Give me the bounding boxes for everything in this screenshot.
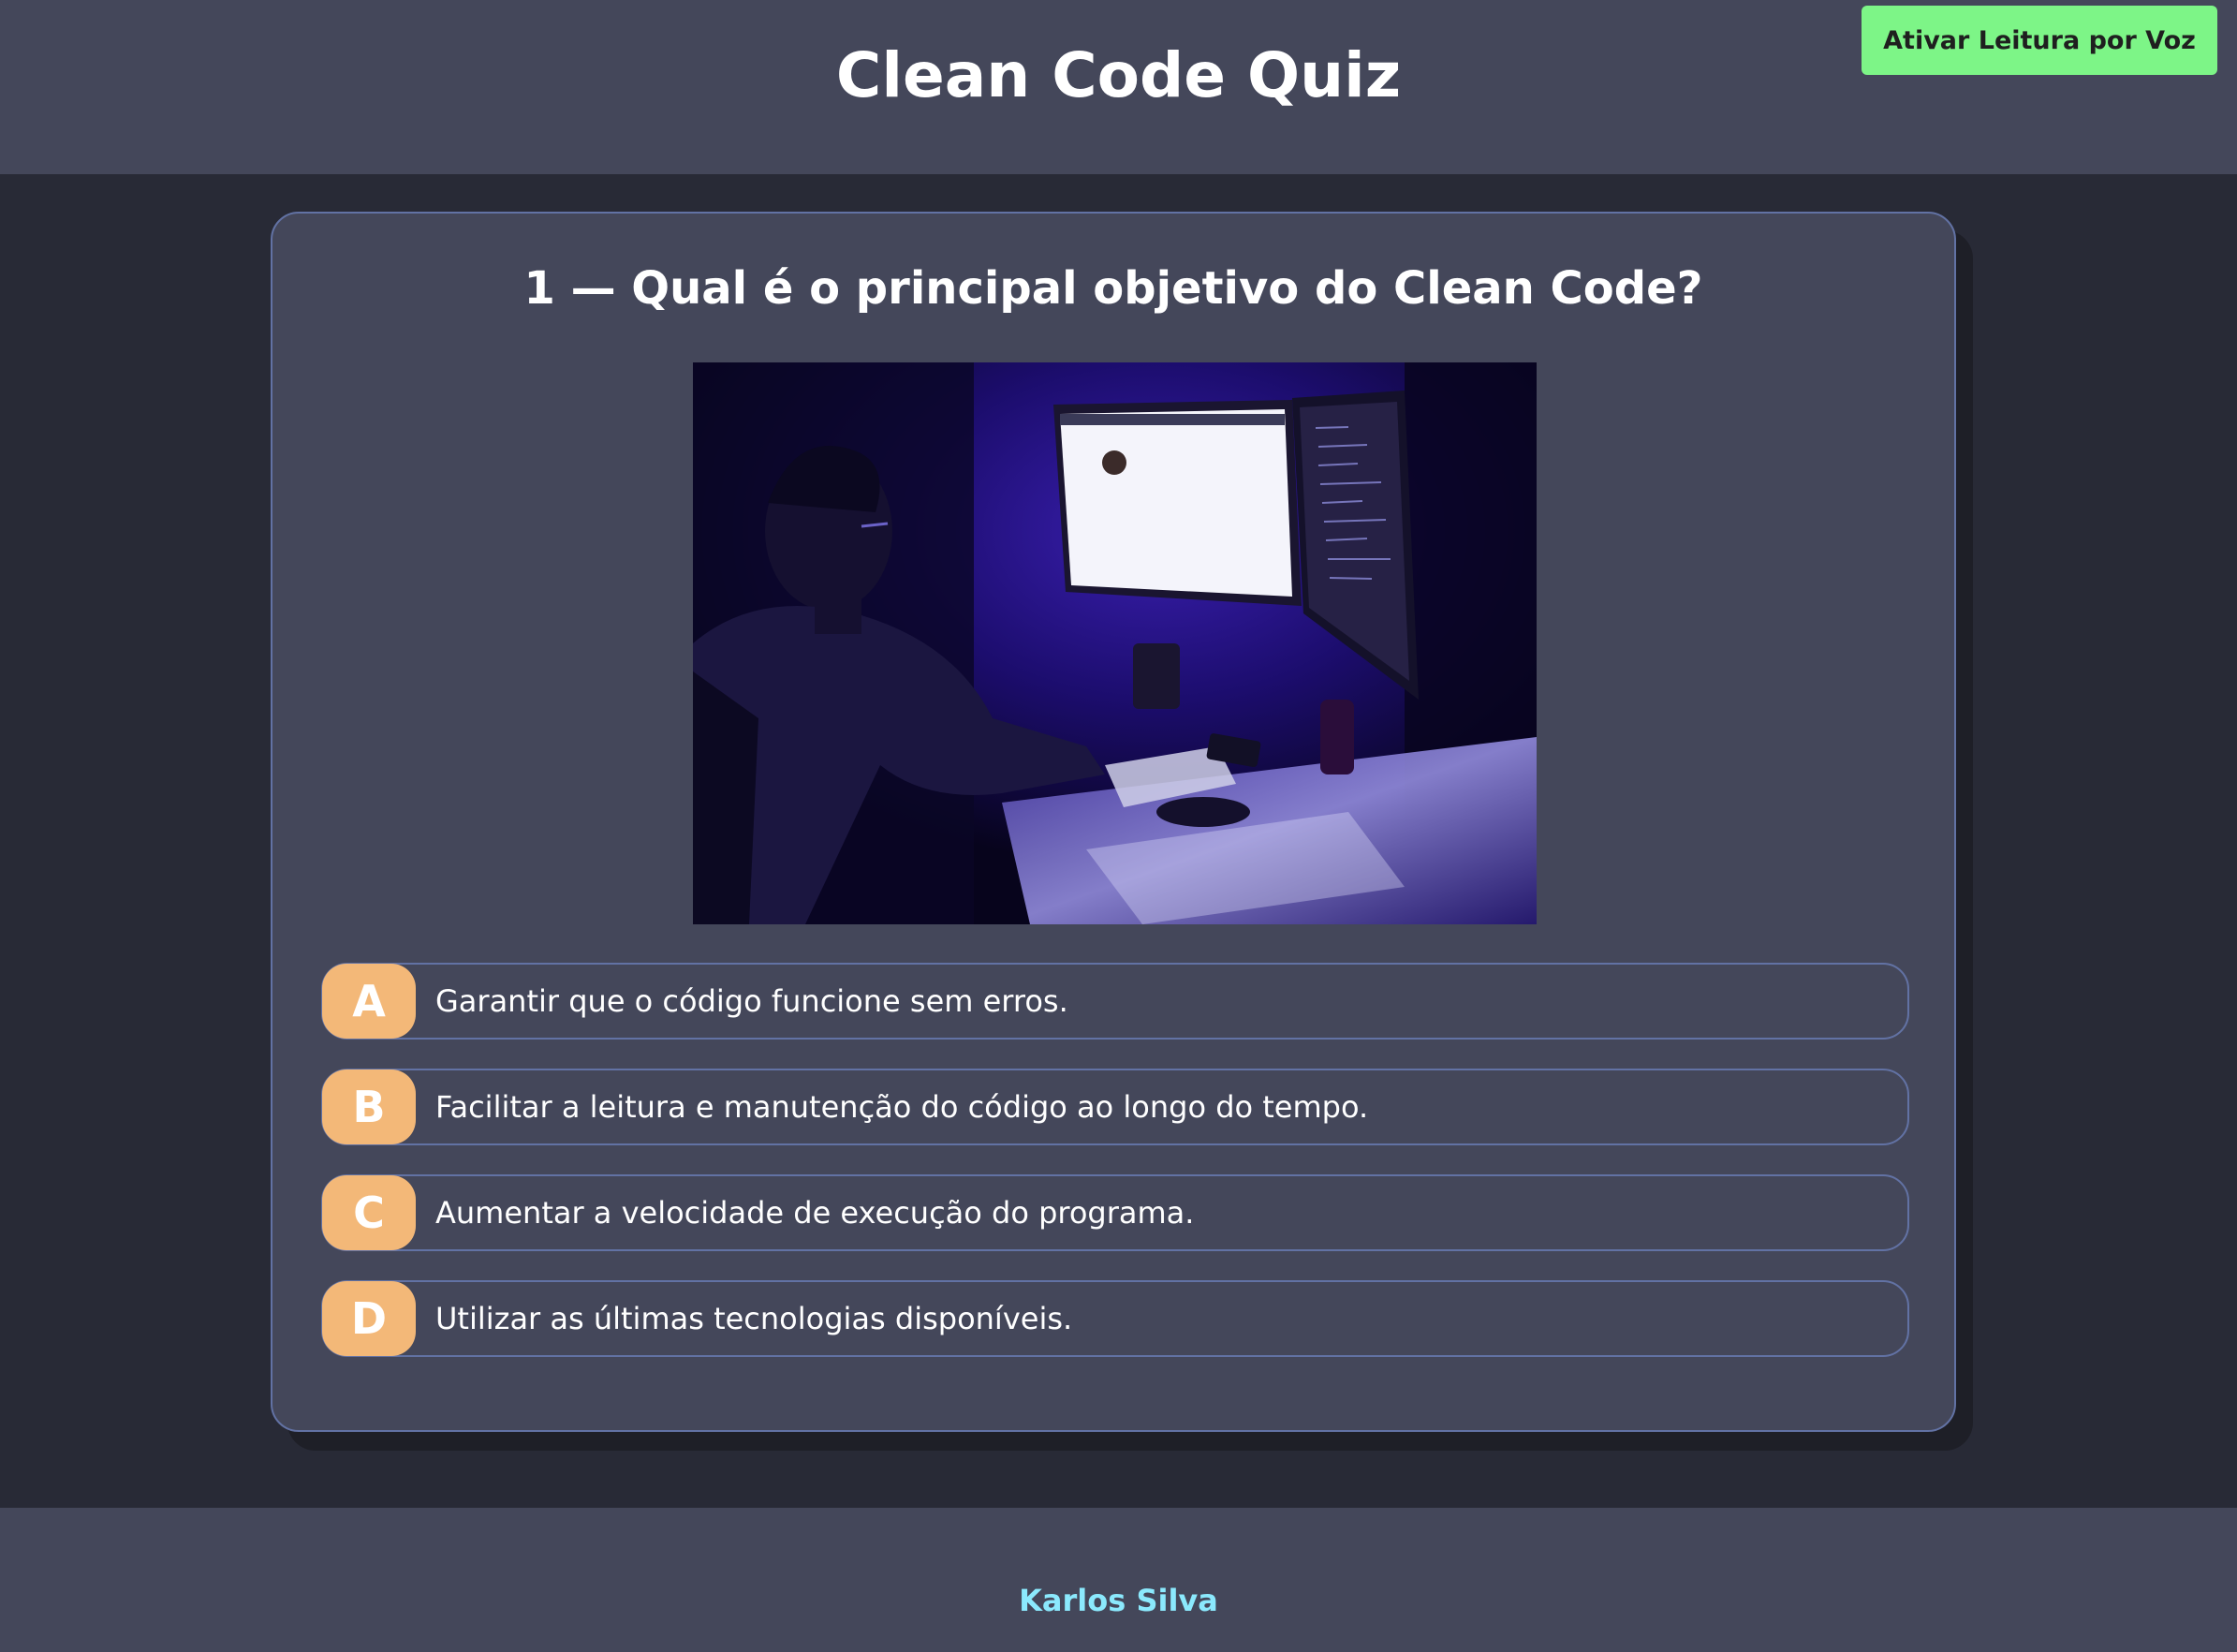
author-link[interactable]: Karlos Silva [0, 1583, 2237, 1618]
quiz-card: 1 — Qual é o principal objetivo do Clean… [271, 212, 1956, 1432]
option-text: Garantir que o código funcione sem erros… [435, 983, 1068, 1019]
option-text: Utilizar as últimas tecnologias disponív… [435, 1301, 1073, 1336]
option-text: Facilitar a leitura e manutenção do códi… [435, 1089, 1369, 1125]
page-footer: Karlos Silva [0, 1508, 2237, 1652]
answer-option-d[interactable]: D Utilizar as últimas tecnologias dispon… [321, 1280, 1909, 1357]
enable-voice-reading-button[interactable]: Ativar Leitura por Voz [1862, 6, 2217, 75]
question-image [693, 362, 1537, 924]
option-letter-badge: B [322, 1069, 416, 1144]
option-letter-badge: A [322, 964, 416, 1039]
option-text: Aumentar a velocidade de execução do pro… [435, 1195, 1195, 1231]
option-letter-badge: C [322, 1175, 416, 1250]
page-header: Clean Code Quiz Ativar Leitura por Voz [0, 0, 2237, 174]
question-text: 1 — Qual é o principal objetivo do Clean… [523, 262, 1703, 315]
answer-option-c[interactable]: C Aumentar a velocidade de execução do p… [321, 1174, 1909, 1251]
answer-option-a[interactable]: A Garantir que o código funcione sem err… [321, 963, 1909, 1040]
answer-option-b[interactable]: B Facilitar a leitura e manutenção do có… [321, 1069, 1909, 1145]
option-letter-badge: D [322, 1281, 416, 1356]
